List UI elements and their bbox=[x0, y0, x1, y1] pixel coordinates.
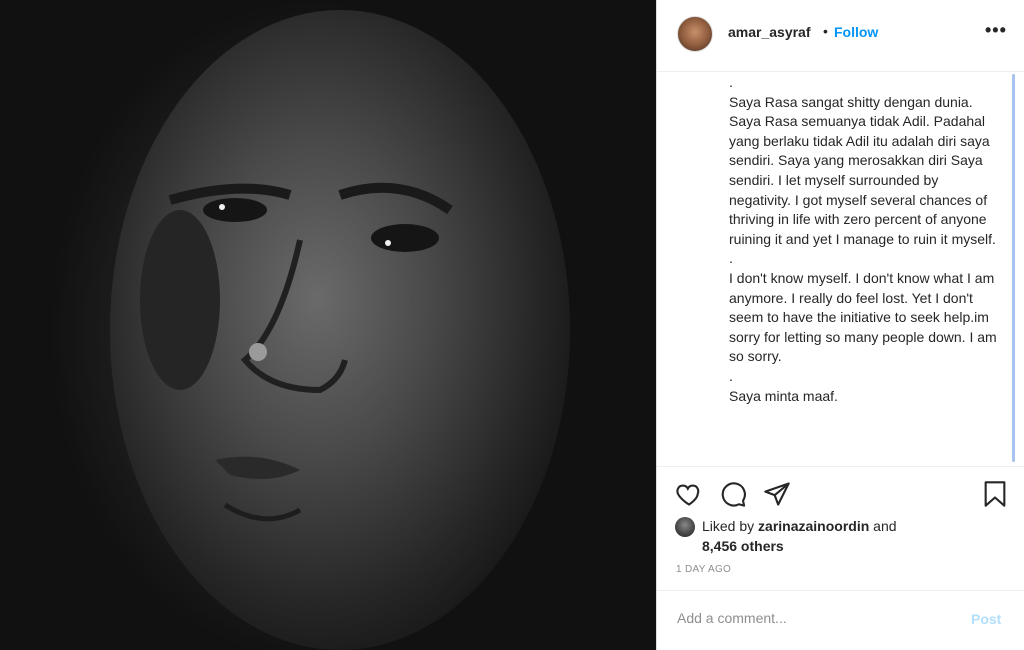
post-details-panel: amar_asyraf • Follow ••• . Saya Rasa san… bbox=[656, 0, 1024, 650]
face-portrait-image bbox=[110, 10, 570, 650]
caption-paragraph: . bbox=[729, 367, 733, 384]
caption-paragraph: . bbox=[729, 74, 733, 90]
caption-paragraph: . bbox=[729, 250, 733, 267]
likes-count[interactable]: 8,456 others bbox=[702, 538, 784, 554]
caption-paragraph: I don't know myself. I don't know what I… bbox=[729, 269, 1001, 365]
author-avatar[interactable] bbox=[677, 16, 713, 52]
post-timestamp[interactable]: 1 DAY AGO bbox=[676, 564, 731, 575]
caption-divider bbox=[657, 466, 1024, 467]
post-header: amar_asyraf • Follow ••• bbox=[657, 0, 1024, 72]
caption-paragraph: Saya Rasa sangat shitty dengan dunia. Sa… bbox=[729, 93, 996, 247]
bookmark-icon[interactable] bbox=[981, 480, 1009, 513]
more-options-button[interactable]: ••• bbox=[985, 20, 1007, 41]
post-caption: . Saya Rasa sangat shitty dengan dunia. … bbox=[729, 73, 1004, 466]
share-icon[interactable] bbox=[763, 480, 791, 513]
caption-scrollbar[interactable] bbox=[1012, 74, 1015, 462]
likes-prefix: Liked by bbox=[702, 518, 755, 534]
heart-icon[interactable] bbox=[675, 480, 703, 513]
liker-avatar[interactable] bbox=[675, 517, 695, 537]
comment-input[interactable] bbox=[675, 609, 959, 627]
likes-text: Liked by zarinazainoordin and 8,456 othe… bbox=[702, 516, 1002, 556]
comment-icon[interactable] bbox=[719, 480, 747, 513]
header-separator: • bbox=[823, 23, 828, 39]
follow-button[interactable]: Follow bbox=[834, 24, 878, 40]
liker-username[interactable]: zarinazainoordin bbox=[758, 518, 869, 534]
post-comment-button[interactable]: Post bbox=[971, 611, 1001, 627]
author-username[interactable]: amar_asyraf bbox=[728, 24, 811, 40]
post-photo[interactable] bbox=[0, 0, 656, 650]
action-bar bbox=[675, 480, 1015, 508]
caption-paragraph: Saya minta maaf. bbox=[729, 387, 838, 404]
likes-and: and bbox=[873, 518, 897, 534]
comment-bar: Post bbox=[657, 590, 1024, 650]
